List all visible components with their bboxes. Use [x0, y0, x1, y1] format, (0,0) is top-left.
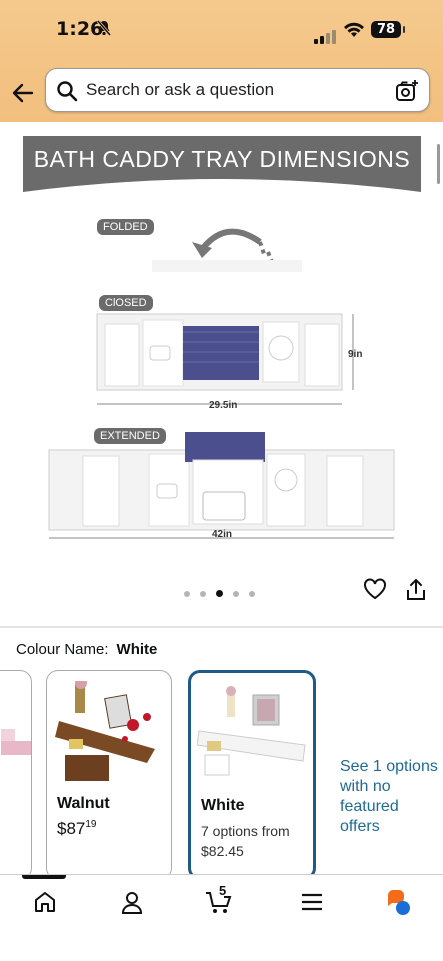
pink-caddy-thumbnail	[1, 729, 31, 755]
swatch-card-walnut[interactable]: Walnut $8719	[46, 670, 172, 880]
swatch-price: $8719	[57, 819, 97, 839]
search-icon	[56, 80, 78, 107]
extended-caddy-illustration	[48, 432, 395, 539]
menu-icon[interactable]	[299, 889, 325, 915]
wifi-icon	[343, 21, 365, 43]
product-image-carousel[interactable]: BATH CADDY TRAY DIMENSIONS FOLDED ClOSED…	[0, 122, 443, 602]
heart-icon[interactable]	[363, 578, 387, 605]
white-caddy-thumbnail	[197, 686, 306, 776]
banner-title: BATH CADDY TRAY DIMENSIONS	[33, 146, 411, 172]
browser-header: 1:26 78	[0, 0, 443, 122]
colour-name-row: Colour Name: White	[16, 641, 157, 658]
back-arrow-icon[interactable]	[10, 80, 36, 106]
home-icon[interactable]	[32, 889, 58, 915]
extended-width-dimension: 42in	[212, 529, 233, 540]
camera-search-icon[interactable]	[395, 79, 419, 108]
assistant-icon[interactable]	[384, 889, 410, 915]
status-bar: 1:26 78	[0, 18, 443, 44]
colour-value: White	[116, 641, 158, 658]
swatch-options: 7 options from $82.45	[201, 821, 290, 861]
dimensions-banner: BATH CADDY TRAY DIMENSIONS	[23, 136, 421, 196]
battery-indicator: 78	[371, 21, 405, 38]
share-icon[interactable]	[405, 578, 427, 607]
image-scrollbar	[437, 144, 440, 184]
swatch-card-white-selected[interactable]: White 7 options from $82.45	[188, 670, 316, 880]
cart-count: 5	[219, 883, 227, 898]
carousel-dot[interactable]	[200, 591, 206, 597]
carousel-page-indicator[interactable]	[184, 584, 265, 602]
swatch-card-partial[interactable]	[0, 670, 32, 880]
active-tab-indicator	[22, 875, 66, 879]
cellular-signal-icon	[314, 26, 338, 44]
closed-caddy-illustration	[96, 313, 354, 405]
closed-width-dimension: 29.5in	[209, 400, 238, 411]
carousel-dot-active[interactable]	[216, 590, 223, 597]
carousel-dot[interactable]	[249, 591, 255, 597]
search-input[interactable]	[84, 79, 378, 101]
walnut-caddy-thumbnail	[55, 681, 155, 781]
colour-label: Colour Name:	[16, 641, 109, 658]
swatch-name: Walnut	[57, 795, 110, 812]
carousel-dot[interactable]	[233, 591, 239, 597]
carousel-dot[interactable]	[184, 591, 190, 597]
closed-label: ClOSED	[99, 295, 153, 311]
section-divider	[0, 626, 443, 628]
swatch-name: White	[201, 797, 245, 814]
cart-icon[interactable]: 5	[205, 883, 235, 915]
folded-caddy-illustration	[152, 228, 302, 272]
see-options-link[interactable]: See 1 options with no featured offers	[340, 757, 442, 837]
swatch-options-line: 7 options from	[201, 823, 290, 839]
price-symbol-whole: $87	[57, 819, 86, 838]
height-dimension: 9in	[348, 349, 363, 360]
bottom-tab-bar: 5	[0, 874, 443, 961]
swatch-options-price: $82.45	[201, 843, 244, 859]
silent-bell-icon	[96, 20, 112, 39]
folded-label: FOLDED	[97, 219, 154, 235]
search-bar[interactable]	[45, 68, 430, 112]
price-fraction: 19	[85, 819, 97, 830]
account-icon[interactable]	[119, 889, 145, 915]
